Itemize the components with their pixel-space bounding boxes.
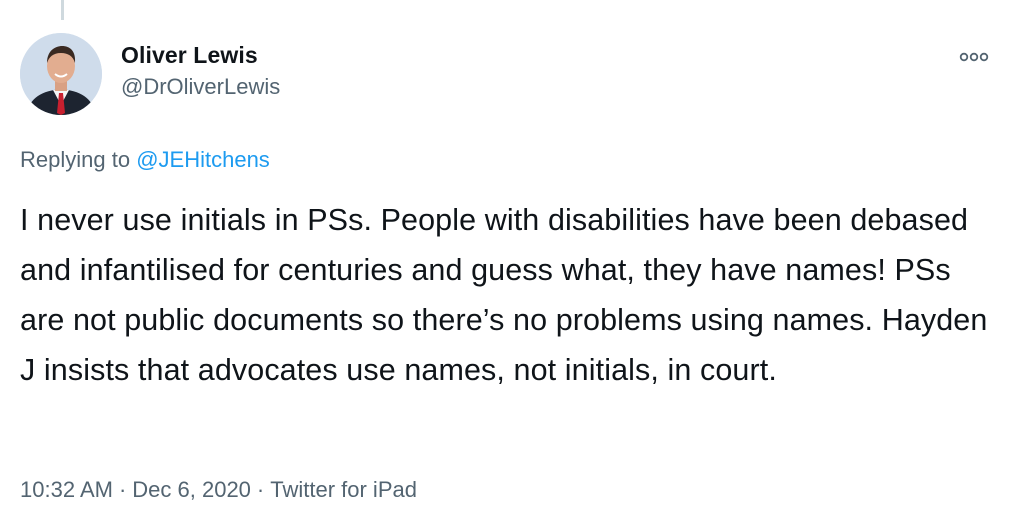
tweet-text: I never use initials in PSs. People with… <box>20 203 988 387</box>
author-display-name[interactable]: Oliver Lewis <box>121 41 280 69</box>
tweet-time-link[interactable]: 10:32 AM · Dec 6, 2020 <box>20 477 251 502</box>
author-handle[interactable]: @DrOliverLewis <box>121 73 280 101</box>
replying-to-line: Replying to @JEHitchens <box>20 146 270 174</box>
avatar-photo <box>20 33 102 115</box>
meta-separator: · <box>256 477 265 502</box>
tweet-metadata: 10:32 AM · Dec 6, 2020 · Twitter for iPad <box>20 476 417 504</box>
author-info: Oliver Lewis @DrOliverLewis <box>121 41 280 101</box>
more-options-button[interactable] <box>957 47 991 67</box>
thread-connector-line <box>61 0 64 20</box>
replying-to-mention-link[interactable]: @JEHitchens <box>136 147 270 172</box>
tweet-time: 10:32 AM <box>20 477 113 502</box>
tweet-source-link[interactable]: Twitter for iPad <box>270 477 417 502</box>
meta-separator: · <box>118 477 127 502</box>
more-options-icon <box>959 52 989 62</box>
avatar[interactable] <box>20 33 102 115</box>
replying-to-label: Replying to <box>20 147 131 172</box>
tweet-date: Dec 6, 2020 <box>132 477 251 502</box>
